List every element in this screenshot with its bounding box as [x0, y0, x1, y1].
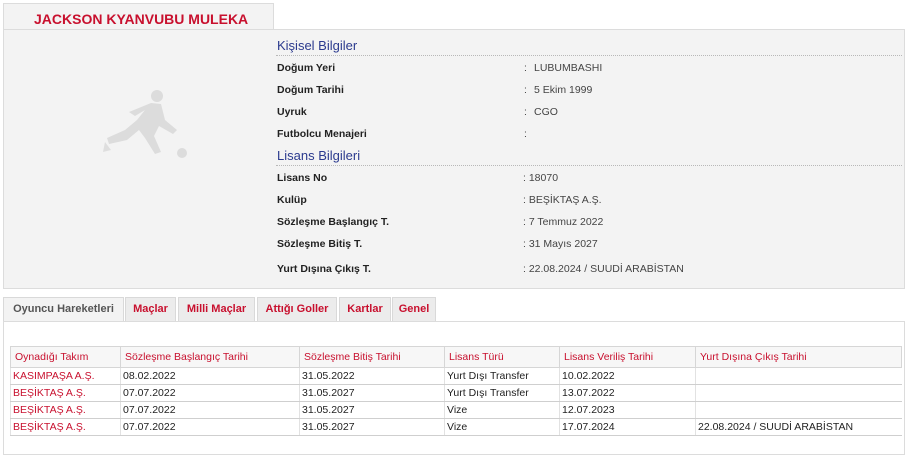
license-type-cell: Yurt Dışı Transfer [444, 367, 560, 385]
agent-colon: : [524, 128, 527, 140]
agent-label: Futbolcu Menajeri [277, 128, 367, 140]
tab-goals-scored[interactable]: Attığı Goller [257, 297, 337, 321]
player-name-tab: JACKSON KYANVUBU MULEKA [3, 3, 274, 31]
contract-end-value: : 31 Mayıs 2027 [523, 238, 598, 250]
license-no-value: : 18070 [523, 172, 559, 184]
contract-start-cell: 07.07.2022 [120, 401, 300, 419]
license-issue-cell: 10.02.2022 [559, 367, 696, 385]
table-row: BEŞİKTAŞ A.Ş. 07.07.2022 31.05.2027 Vize… [10, 401, 902, 419]
contract-start-row: Sözleşme Başlangıç T. : 7 Temmuz 2022 [273, 211, 901, 233]
nationality-value: CGO [534, 106, 558, 118]
personal-info-title: Kişisel Bilgiler [277, 38, 358, 53]
contract-start-value: : 7 Temmuz 2022 [523, 216, 604, 228]
birthplace-value: LUBUMBASHI [534, 62, 603, 74]
tab-matches[interactable]: Maçlar [125, 297, 176, 321]
contract-start-cell: 07.07.2022 [120, 384, 300, 402]
license-type-cell: Vize [444, 418, 560, 436]
abroad-exit-label: Yurt Dışına Çıkış T. [277, 263, 371, 275]
birthdate-value: 5 Ekim 1999 [534, 84, 593, 96]
license-no-label: Lisans No [277, 172, 328, 184]
license-no-row: Lisans No : 18070 [273, 167, 901, 189]
birthplace-colon: : [524, 62, 527, 74]
license-info-title: Lisans Bilgileri [277, 148, 361, 163]
agent-row: Futbolcu Menajeri : [273, 123, 901, 145]
birthplace-label: Doğum Yeri [277, 62, 336, 74]
contract-end-label: Sözleşme Bitiş T. [277, 238, 363, 250]
table-row: KASIMPAŞA A.Ş. 08.02.2022 31.05.2022 Yur… [10, 367, 902, 385]
player-info-panel: Kişisel Bilgiler Doğum Yeri : LUBUMBASHI… [3, 29, 905, 289]
contract-end-cell: 31.05.2027 [299, 418, 445, 436]
contract-start-label: Sözleşme Başlangıç T. [277, 216, 390, 228]
club-row: Kulüp : BEŞİKTAŞ A.Ş. [273, 189, 901, 211]
license-issue-cell: 17.07.2024 [559, 418, 696, 436]
movements-table: Oynadığı Takım Sözleşme Başlangıç Tarihi… [10, 346, 902, 436]
abroad-exit-value: : 22.08.2024 / SUUDİ ARABİSTAN [523, 263, 684, 275]
contract-end-cell: 31.05.2027 [299, 401, 445, 419]
license-issue-cell: 12.07.2023 [559, 401, 696, 419]
tab-player-movements[interactable]: Oyuncu Hareketleri [3, 297, 124, 323]
player-name: JACKSON KYANVUBU MULEKA [34, 11, 249, 27]
team-cell[interactable]: KASIMPAŞA A.Ş. [10, 367, 121, 385]
birthdate-label: Doğum Tarihi [277, 84, 344, 96]
team-cell[interactable]: BEŞİKTAŞ A.Ş. [10, 384, 121, 402]
contract-end-cell: 31.05.2022 [299, 367, 445, 385]
header-contract-end: Sözleşme Bitiş Tarihi [299, 346, 445, 368]
license-issue-cell: 13.07.2022 [559, 384, 696, 402]
birthdate-colon: : [524, 84, 527, 96]
abroad-exit-cell [695, 384, 902, 402]
contract-start-cell: 07.07.2022 [120, 418, 300, 436]
abroad-exit-row: Yurt Dışına Çıkış T. : 22.08.2024 / SUUD… [273, 258, 901, 280]
header-abroad-exit-date: Yurt Dışına Çıkış Tarihi [695, 346, 902, 368]
movements-panel: Oynadığı Takım Sözleşme Başlangıç Tarihi… [3, 321, 905, 455]
header-team: Oynadığı Takım [10, 346, 121, 368]
personal-info-divider [276, 55, 902, 56]
table-header-row: Oynadığı Takım Sözleşme Başlangıç Tarihi… [10, 346, 902, 368]
header-license-type: Lisans Türü [444, 346, 560, 368]
nationality-colon: : [524, 106, 527, 118]
tab-national-matches[interactable]: Milli Maçlar [178, 297, 255, 321]
birthplace-row: Doğum Yeri : LUBUMBASHI [273, 57, 901, 79]
abroad-exit-cell [695, 401, 902, 419]
abroad-exit-cell [695, 367, 902, 385]
header-contract-start: Sözleşme Başlangıç Tarihi [120, 346, 300, 368]
header-license-issue-date: Lisans Veriliş Tarihi [559, 346, 696, 368]
nationality-label: Uyruk [277, 106, 307, 118]
team-cell[interactable]: BEŞİKTAŞ A.Ş. [10, 418, 121, 436]
table-row: BEŞİKTAŞ A.Ş. 07.07.2022 31.05.2027 Vize… [10, 418, 902, 436]
contract-end-row: Sözleşme Bitiş T. : 31 Mayıs 2027 [273, 233, 901, 255]
club-value: : BEŞİKTAŞ A.Ş. [523, 194, 602, 206]
tab-general[interactable]: Genel [392, 297, 436, 321]
player-silhouette-icon [103, 90, 187, 158]
nationality-row: Uyruk : CGO [273, 101, 901, 123]
license-type-cell: Vize [444, 401, 560, 419]
contract-start-cell: 08.02.2022 [120, 367, 300, 385]
birthdate-row: Doğum Tarihi : 5 Ekim 1999 [273, 79, 901, 101]
team-cell[interactable]: BEŞİKTAŞ A.Ş. [10, 401, 121, 419]
table-row: BEŞİKTAŞ A.Ş. 07.07.2022 31.05.2027 Yurt… [10, 384, 902, 402]
abroad-exit-cell: 22.08.2024 / SUUDİ ARABİSTAN [695, 418, 902, 436]
license-info-divider [276, 165, 902, 166]
tab-cards[interactable]: Kartlar [339, 297, 391, 321]
contract-end-cell: 31.05.2027 [299, 384, 445, 402]
club-label: Kulüp [277, 194, 307, 206]
license-type-cell: Yurt Dışı Transfer [444, 384, 560, 402]
